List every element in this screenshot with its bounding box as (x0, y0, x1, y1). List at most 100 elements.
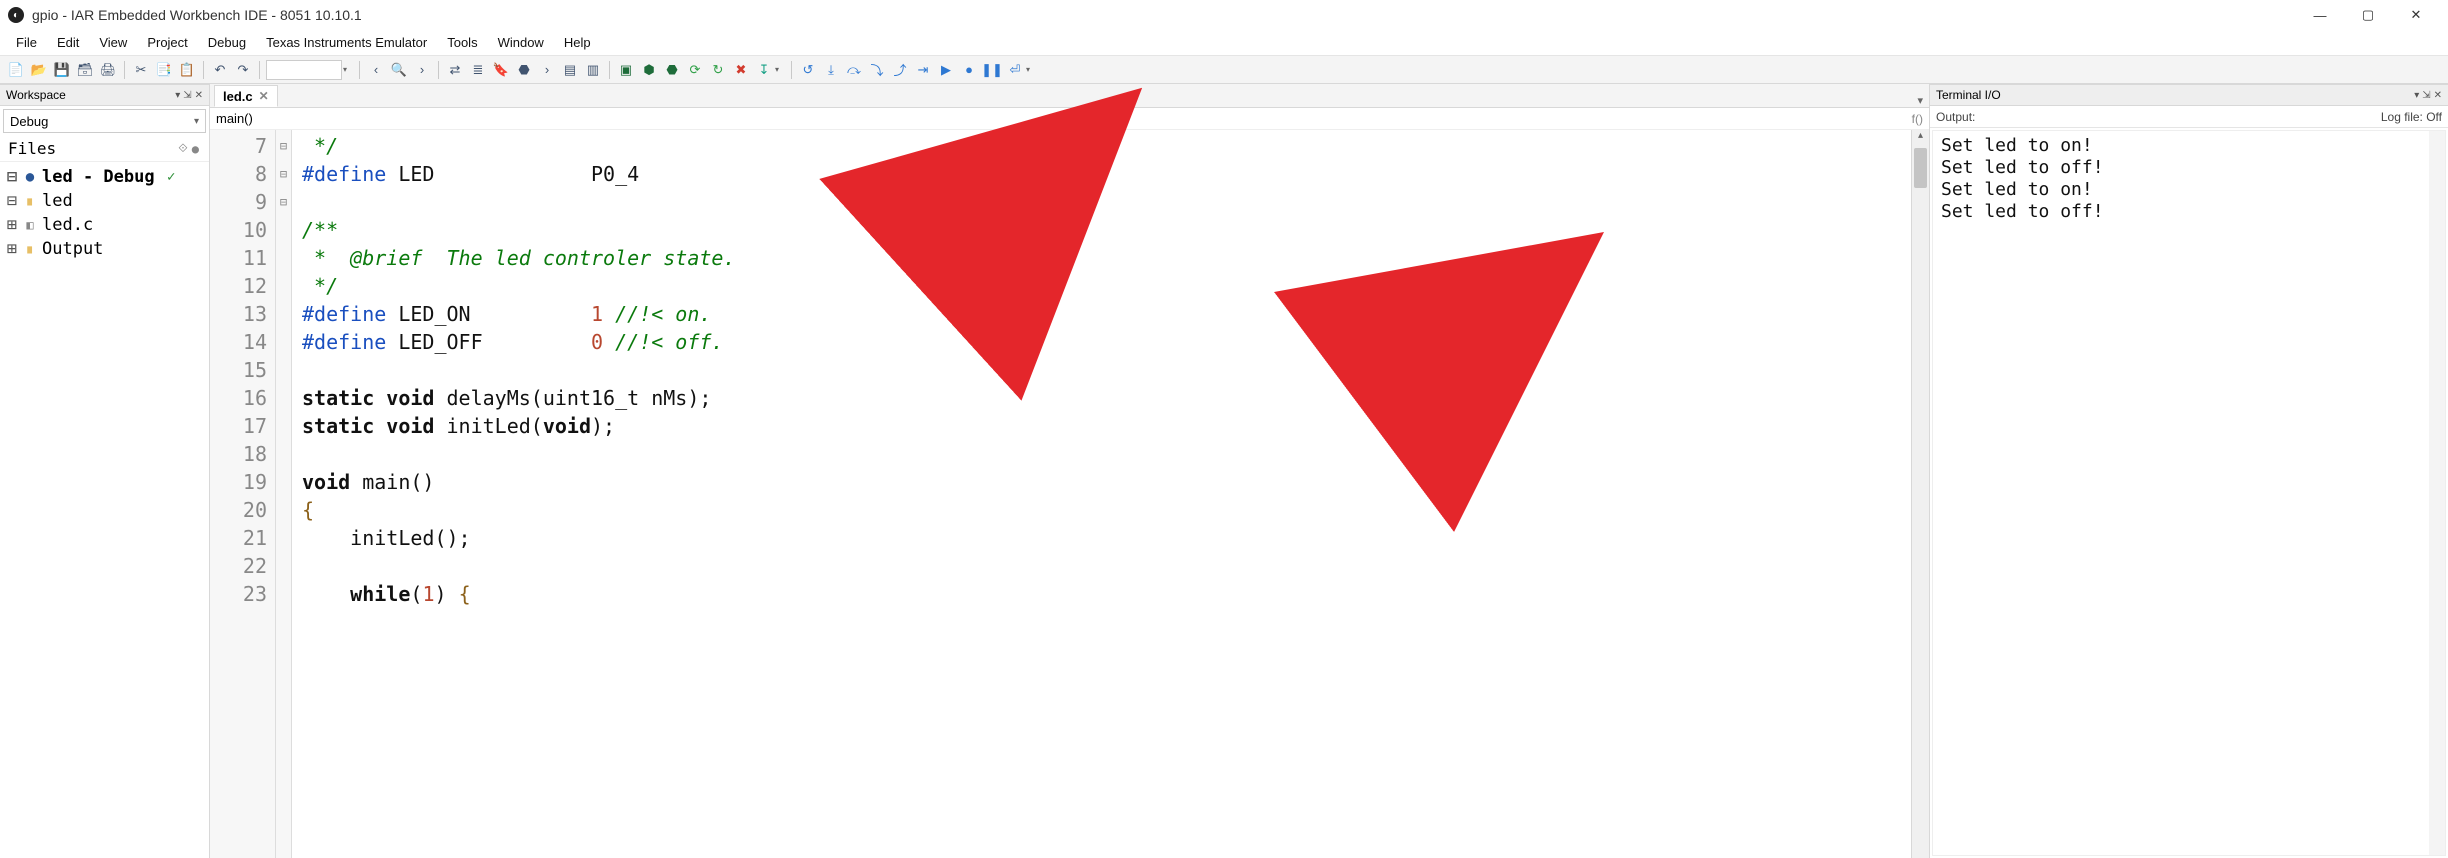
save-all-icon[interactable]: 🗃 (75, 60, 95, 80)
menu-tools[interactable]: Tools (437, 32, 487, 53)
tree-expand-icon[interactable]: ⊞ (6, 213, 18, 237)
code-line[interactable]: initLed(); (302, 524, 1901, 552)
build-icon[interactable]: ⬣ (662, 60, 682, 80)
tree-expand-icon[interactable]: ⊟ (6, 189, 18, 213)
config-dropdown[interactable]: Debug ▾ (3, 109, 206, 133)
code-line[interactable]: static void delayMs(uint16_t nMs); (302, 384, 1901, 412)
code-line[interactable]: */ (302, 132, 1901, 160)
scroll-up-icon[interactable]: ▴ (1912, 130, 1929, 146)
reset-icon[interactable]: ↺ (798, 60, 818, 80)
replace-icon[interactable]: ⇄ (445, 60, 465, 80)
code-line[interactable]: * @brief The led controler state. (302, 244, 1901, 272)
maximize-button[interactable]: ▢ (2344, 0, 2392, 30)
terminal-output[interactable]: Set led to on!Set led to off!Set led to … (1932, 130, 2446, 856)
menu-debug[interactable]: Debug (198, 32, 256, 53)
files-opt2-icon[interactable]: ● (190, 142, 201, 156)
code-line[interactable] (302, 440, 1901, 468)
tree-file-led-c[interactable]: ⊞ led.c (6, 213, 203, 237)
terminal-vscrollbar[interactable] (2429, 131, 2445, 855)
nav-next-icon[interactable]: › (537, 60, 557, 80)
code-line[interactable]: { (302, 496, 1901, 524)
go-icon[interactable]: ● (959, 60, 979, 80)
code-line[interactable]: static void initLed(void); (302, 412, 1901, 440)
nav-fwd-icon[interactable]: › (412, 60, 432, 80)
refresh-icon[interactable]: ↻ (708, 60, 728, 80)
scroll-thumb[interactable] (1914, 148, 1927, 188)
code-line[interactable]: #define LED_ON 1 //!< on. (302, 300, 1901, 328)
code-line[interactable]: while(1) { (302, 580, 1901, 608)
menu-texas-instruments-emulator[interactable]: Texas Instruments Emulator (256, 32, 437, 53)
tab-close-icon[interactable]: ✕ (259, 89, 269, 103)
tree-proj-led-debug[interactable]: ⊟ led - Debug (6, 165, 203, 189)
paste-icon[interactable]: 📋 (177, 60, 197, 80)
toolbar-search-input[interactable] (266, 60, 342, 80)
panel-dropdown-icon[interactable]: ▾ (175, 90, 180, 101)
menu-project[interactable]: Project (137, 32, 197, 53)
code-line[interactable]: #define LED_OFF 0 //!< off. (302, 328, 1901, 356)
find-icon[interactable]: 🔍 (389, 60, 409, 80)
panel-dropdown-icon[interactable]: ▾ (2414, 90, 2419, 101)
editor-vscrollbar[interactable]: ▴ (1911, 130, 1929, 858)
code-area[interactable]: */#define LED P0_4 /** * @brief The led … (292, 130, 1911, 858)
undo-icon[interactable]: ↶ (210, 60, 230, 80)
tree-folder-led[interactable]: ⊟ led (6, 189, 203, 213)
function-browse-icon[interactable]: f() (1912, 112, 1923, 126)
menu-help[interactable]: Help (554, 32, 601, 53)
step-out-icon[interactable]: ⤴ (890, 60, 910, 80)
make-icon[interactable]: ⬢ (639, 60, 659, 80)
code-line[interactable]: void main() (302, 468, 1901, 496)
panel-pin-icon[interactable]: ⇲ (2422, 90, 2430, 101)
open-icon[interactable]: 📂 (29, 60, 49, 80)
new-file-icon[interactable]: 📄 (6, 60, 26, 80)
tree-expand-icon[interactable]: ⊞ (6, 237, 18, 261)
cut-icon[interactable]: ✂ (131, 60, 151, 80)
toolbar-dropdown-icon[interactable]: ▾ (775, 65, 785, 74)
tab-scroll-down-icon[interactable]: ▾ (1917, 94, 1923, 107)
next-stmt-icon[interactable]: ⇥ (913, 60, 933, 80)
menu-view[interactable]: View (89, 32, 137, 53)
fold-column[interactable]: ⊟⊟⊟ (276, 130, 292, 858)
nav-back-icon[interactable]: ‹ (366, 60, 386, 80)
files-opt1-icon[interactable]: ⟐ (176, 141, 189, 156)
toolbar-dropdown-icon[interactable]: ▾ (1026, 65, 1036, 74)
save-icon[interactable]: 💾 (52, 60, 72, 80)
redo-icon[interactable]: ↷ (233, 60, 253, 80)
download-icon[interactable]: ↧ (754, 60, 774, 80)
stop-debug-icon[interactable]: ⏎ (1005, 60, 1025, 80)
close-button[interactable]: ✕ (2392, 0, 2440, 30)
minimize-button[interactable]: — (2296, 0, 2344, 30)
toggle2-icon[interactable]: ▥ (583, 60, 603, 80)
menu-file[interactable]: File (6, 32, 47, 53)
toggle-icon[interactable]: ▤ (560, 60, 580, 80)
goto-icon[interactable]: ≣ (468, 60, 488, 80)
chevron-down-icon[interactable]: ▾ (343, 65, 353, 74)
bookmark-icon[interactable]: 🔖 (491, 60, 511, 80)
restart-icon[interactable]: ⟳ (685, 60, 705, 80)
compile-icon[interactable]: ▣ (616, 60, 636, 80)
stop-build-icon[interactable]: ✖ (731, 60, 751, 80)
code-line[interactable] (302, 356, 1901, 384)
file-tree[interactable]: ⊟ led - Debug ⊟ led ⊞ led.c ⊞ Output (0, 162, 209, 264)
breadcrumb[interactable]: main() f() (210, 108, 1929, 130)
panel-pin-icon[interactable]: ⇲ (183, 90, 191, 101)
tree-folder-output[interactable]: ⊞ Output (6, 237, 203, 261)
step-over-icon[interactable]: ⤼ (844, 60, 864, 80)
breakpoint-icon[interactable]: ⬣ (514, 60, 534, 80)
panel-close-icon[interactable]: ✕ (195, 90, 203, 101)
menu-edit[interactable]: Edit (47, 32, 89, 53)
panel-close-icon[interactable]: ✕ (2434, 90, 2442, 101)
copy-icon[interactable]: 📑 (154, 60, 174, 80)
tab-active[interactable]: led.c ✕ (214, 85, 278, 107)
tree-expand-icon[interactable]: ⊟ (6, 165, 18, 189)
step-into-icon[interactable]: ⤵ (867, 60, 887, 80)
run-to-icon[interactable]: ▶ (936, 60, 956, 80)
code-line[interactable]: */ (302, 272, 1901, 300)
pause-icon[interactable]: ❚❚ (982, 60, 1002, 80)
code-line[interactable] (302, 552, 1901, 580)
menu-window[interactable]: Window (488, 32, 554, 53)
code-line[interactable] (302, 188, 1901, 216)
print-icon[interactable]: 🖨 (98, 60, 118, 80)
code-line[interactable]: #define LED P0_4 (302, 160, 1901, 188)
code-line[interactable]: /** (302, 216, 1901, 244)
break-icon[interactable]: ⤓ (821, 60, 841, 80)
